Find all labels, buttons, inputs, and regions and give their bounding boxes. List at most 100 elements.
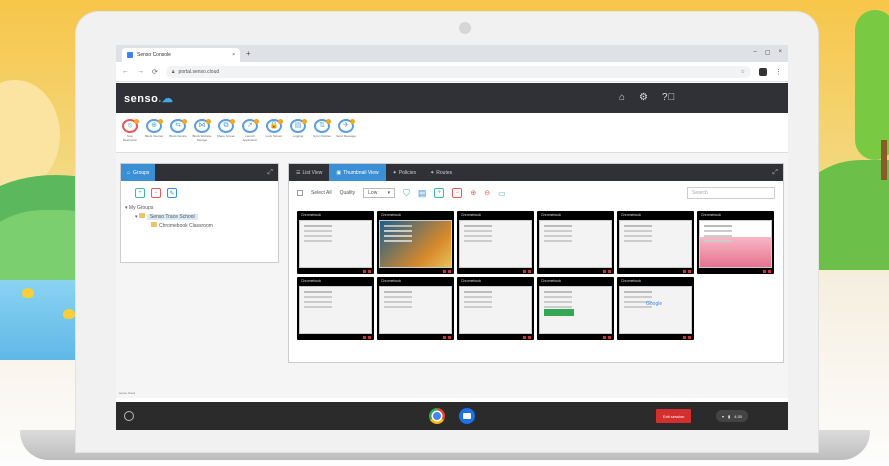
filter-icon[interactable]: ⛉ bbox=[403, 188, 410, 199]
quality-select[interactable]: Low ▾ bbox=[363, 188, 396, 198]
search-input[interactable]: Search bbox=[687, 187, 775, 199]
lock-icon[interactable] bbox=[363, 336, 366, 339]
lock-icon[interactable] bbox=[683, 336, 686, 339]
toolbar-button[interactable]: ⊕ Block Internet bbox=[144, 119, 164, 146]
tree-item-class[interactable]: Chromebook Classroom bbox=[125, 222, 278, 231]
device-thumbnail[interactable]: Chromebook bbox=[537, 277, 614, 340]
close-icon[interactable] bbox=[688, 336, 691, 339]
toolbar-button[interactable]: ⦸ Stop Restriction bbox=[120, 119, 140, 146]
chrome-icon[interactable] bbox=[429, 408, 445, 424]
remove-device-button[interactable]: − bbox=[452, 188, 463, 198]
reload-icon[interactable]: ⟳ bbox=[152, 68, 158, 76]
select-all-checkbox[interactable] bbox=[297, 190, 303, 196]
close-icon[interactable] bbox=[528, 270, 531, 273]
zoom-out-icon[interactable]: ⊖ bbox=[484, 189, 490, 197]
close-icon[interactable] bbox=[448, 270, 451, 273]
expand-icon[interactable]: ⤢ bbox=[267, 169, 273, 177]
device-thumbnail[interactable]: Chromebook bbox=[617, 211, 694, 274]
close-icon[interactable] bbox=[528, 336, 531, 339]
wrench-icon: ✦ bbox=[430, 169, 435, 176]
lock-icon[interactable] bbox=[683, 270, 686, 273]
new-tab-button[interactable]: + bbox=[246, 49, 251, 58]
close-icon[interactable] bbox=[448, 336, 451, 339]
badge-dot bbox=[302, 119, 307, 124]
close-icon[interactable] bbox=[768, 270, 771, 273]
os-shelf: Exit session ▾ ▮ 4:30 bbox=[116, 402, 788, 430]
shelf-apps bbox=[429, 408, 475, 424]
close-icon[interactable] bbox=[368, 336, 371, 339]
expand-icon[interactable]: ⤢ bbox=[772, 169, 778, 177]
device-thumbnail[interactable]: Chromebook bbox=[457, 277, 534, 340]
tab-routes[interactable]: ✦ Routes bbox=[423, 164, 459, 181]
status-tray[interactable]: ▾ ▮ 4:30 bbox=[716, 410, 749, 422]
tree-item-school[interactable]: ▾ Senso Trace School bbox=[125, 213, 278, 222]
device-thumbnail[interactable]: Chromebook bbox=[377, 277, 454, 340]
minimize-button[interactable]: – bbox=[753, 49, 756, 56]
exit-session-button[interactable]: Exit session bbox=[656, 409, 692, 423]
toolbar-button[interactable]: ⧉ Share Screen bbox=[216, 119, 236, 146]
lock-icon[interactable] bbox=[603, 336, 606, 339]
device-thumbnail[interactable]: Chromebook bbox=[457, 211, 534, 274]
badge-dot bbox=[158, 119, 163, 124]
edit-group-button[interactable]: ✎ bbox=[167, 188, 177, 198]
device-name: Chromebook bbox=[301, 279, 322, 283]
tree-item-root[interactable]: ▾ My Groups bbox=[125, 204, 278, 213]
help-icon[interactable]: ?⃝ bbox=[662, 92, 675, 103]
browser-menu-icon[interactable]: ⋮ bbox=[775, 68, 782, 76]
delete-group-button[interactable]: − bbox=[151, 188, 161, 198]
tree-decoration bbox=[855, 10, 889, 160]
files-icon[interactable] bbox=[459, 408, 475, 424]
forward-icon[interactable]: → bbox=[137, 68, 144, 75]
chevron-down-icon: ▾ bbox=[387, 190, 391, 196]
url-field[interactable]: 🔒︎ portal.senso.cloud ☆ bbox=[165, 65, 751, 78]
tab-list-view[interactable]: ☰ List View bbox=[289, 164, 329, 181]
device-screenshot bbox=[459, 220, 532, 268]
tab-policies[interactable]: ✦ Policies bbox=[386, 164, 423, 181]
launcher-icon[interactable] bbox=[124, 411, 134, 421]
bookmark-star-icon[interactable]: ☆ bbox=[741, 69, 745, 75]
lock-icon[interactable] bbox=[443, 336, 446, 339]
maximize-button[interactable]: ▢ bbox=[765, 49, 771, 56]
tab-thumbnail-view[interactable]: ▣ Thumbnail View bbox=[329, 164, 386, 181]
add-device-button[interactable]: + bbox=[434, 188, 445, 198]
device-thumbnail[interactable]: Chromebook bbox=[617, 277, 694, 340]
browser-tab[interactable]: Senso Console × bbox=[122, 48, 240, 62]
toolbar-button[interactable]: ✈ Send Message bbox=[336, 119, 356, 146]
close-icon[interactable] bbox=[368, 270, 371, 273]
toolbar-button[interactable]: ⇅ Sync Policies bbox=[312, 119, 332, 146]
toolbar-button[interactable]: ➚ Launch Application bbox=[240, 119, 260, 146]
toolbar-button[interactable]: 🔒 Lock Screen bbox=[264, 119, 284, 146]
toolbar-button[interactable]: ▤ Logging bbox=[288, 119, 308, 146]
extension-icon[interactable] bbox=[759, 67, 767, 76]
tab-groups[interactable]: ⌂ Groups bbox=[121, 164, 156, 181]
device-thumbnail[interactable]: Chromebook bbox=[297, 277, 374, 340]
folder-icon bbox=[151, 222, 157, 227]
gear-icon[interactable]: ⚙ bbox=[639, 92, 648, 103]
screen-select-icon[interactable]: ▤ bbox=[418, 188, 427, 199]
device-name: Chromebook bbox=[301, 213, 322, 217]
lock-icon[interactable] bbox=[603, 270, 606, 273]
toolbar-button[interactable]: ⇆ Block Device bbox=[168, 119, 188, 146]
monitor-icon[interactable]: ▭ bbox=[498, 189, 506, 198]
lock-icon[interactable] bbox=[523, 336, 526, 339]
close-icon[interactable] bbox=[608, 336, 611, 339]
home-icon[interactable]: ⌂ bbox=[619, 92, 625, 103]
device-thumbnail[interactable]: Chromebook bbox=[537, 211, 614, 274]
zoom-in-icon[interactable]: ⊕ bbox=[470, 189, 476, 197]
lock-icon[interactable] bbox=[363, 270, 366, 273]
add-group-button[interactable]: + bbox=[135, 188, 145, 198]
toolbar-button[interactable]: ⋈ Block Website Storage bbox=[192, 119, 212, 146]
close-icon[interactable] bbox=[688, 270, 691, 273]
lock-icon[interactable] bbox=[443, 270, 446, 273]
monitor-icon: ▣ bbox=[336, 169, 342, 176]
lock-icon[interactable] bbox=[523, 270, 526, 273]
device-thumbnail[interactable]: Chromebook bbox=[377, 211, 454, 274]
back-icon[interactable]: ← bbox=[122, 68, 129, 75]
close-window-button[interactable]: × bbox=[778, 49, 782, 56]
close-icon[interactable] bbox=[608, 270, 611, 273]
device-thumbnail[interactable]: Chromebook bbox=[697, 211, 774, 274]
wifi-icon: ▾ bbox=[722, 413, 725, 419]
device-thumbnail[interactable]: Chromebook bbox=[297, 211, 374, 274]
lock-icon[interactable] bbox=[763, 270, 766, 273]
tab-close-icon[interactable]: × bbox=[232, 52, 235, 58]
